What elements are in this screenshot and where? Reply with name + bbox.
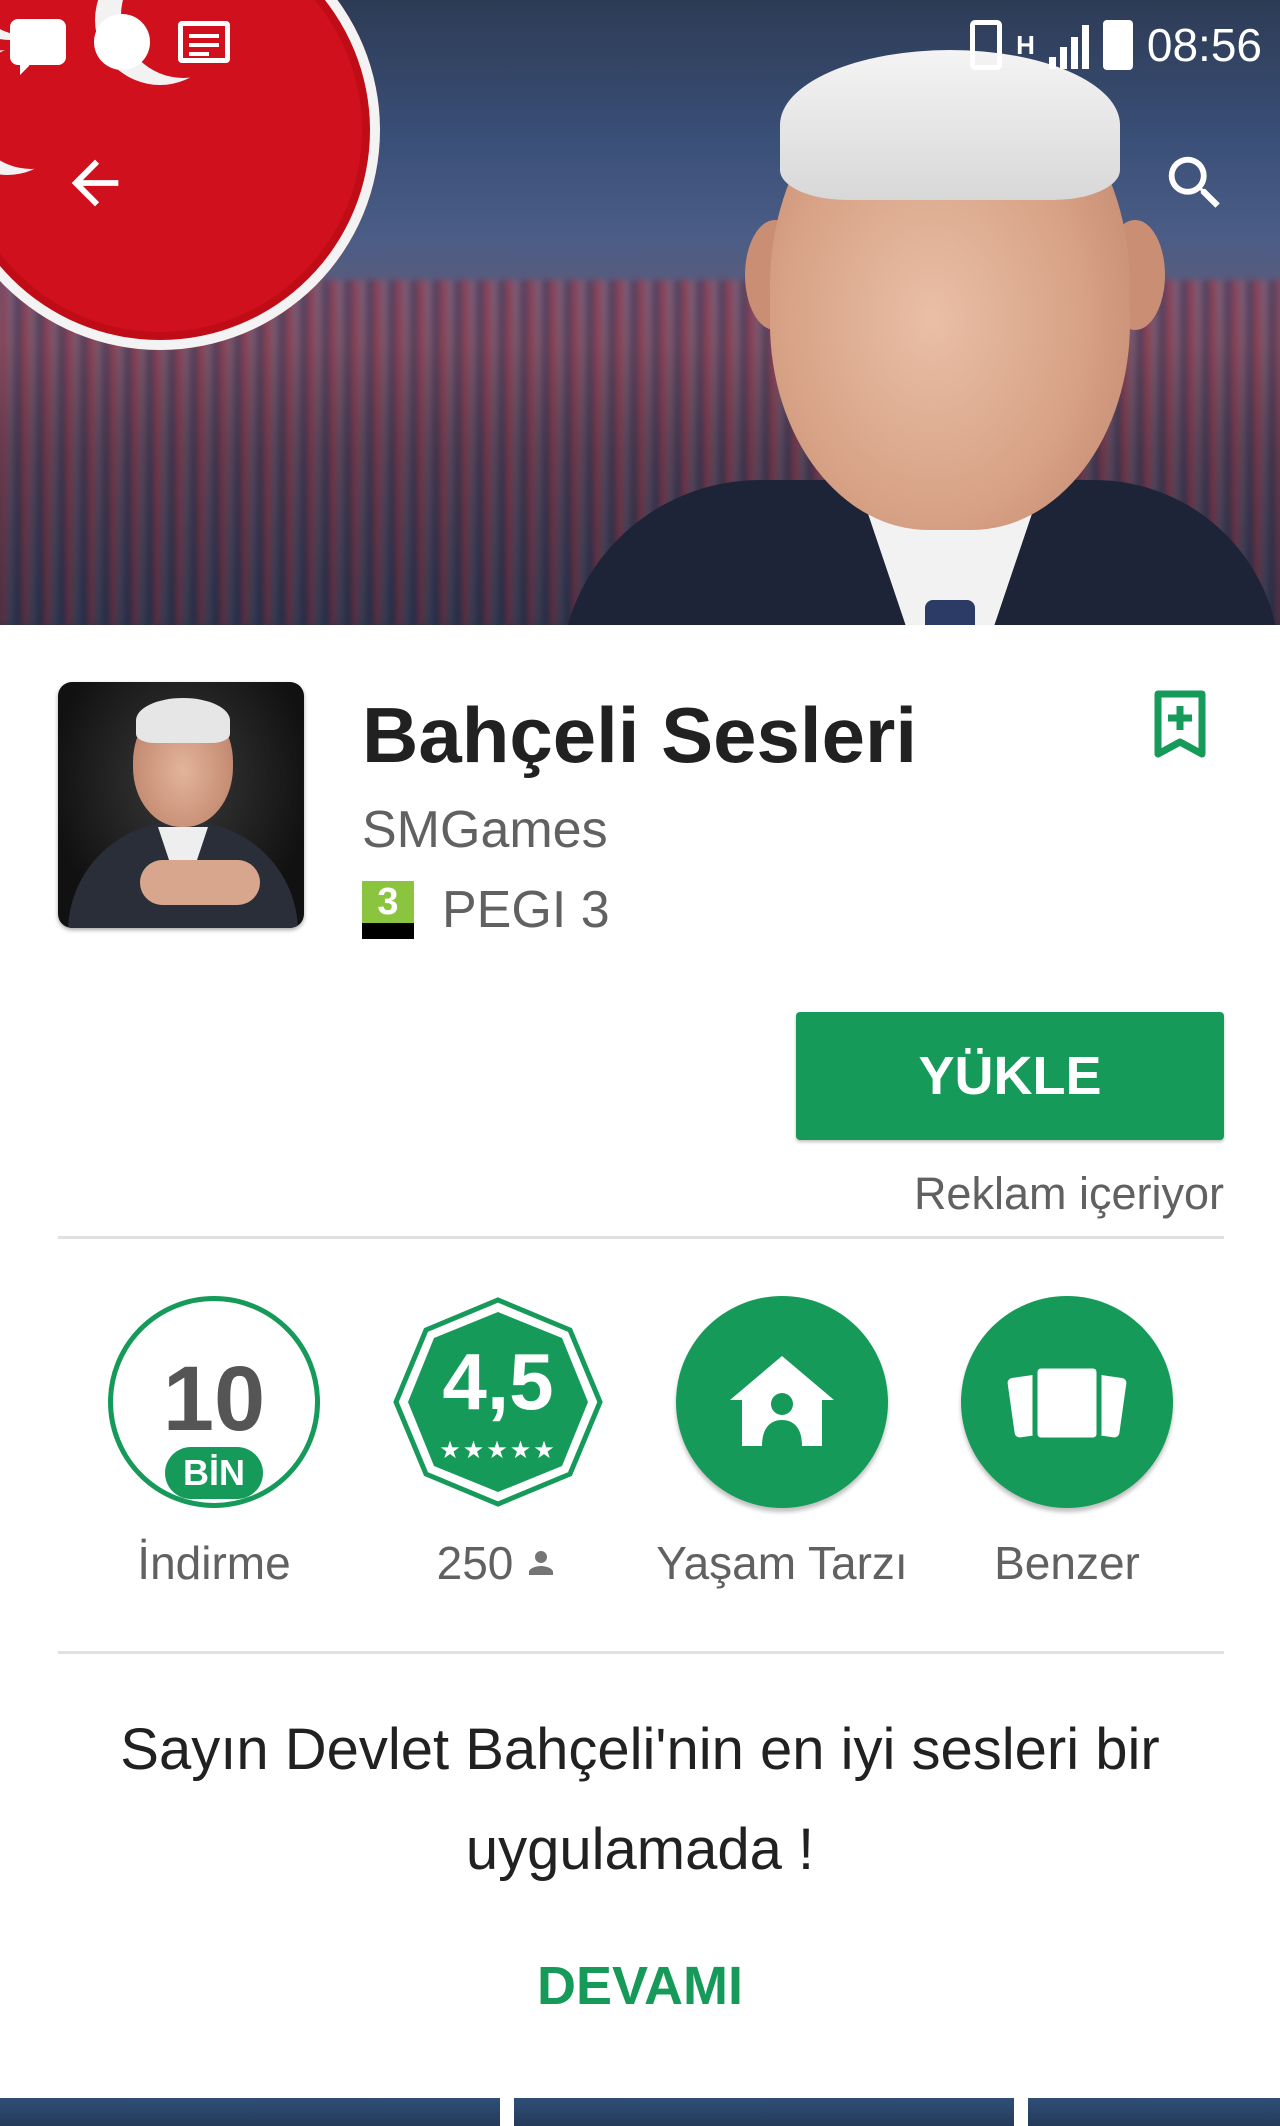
rating-value: 4,5 xyxy=(442,1337,554,1426)
rating-stars: ★★★★★ xyxy=(439,1437,557,1464)
screenshot-thumbnail[interactable] xyxy=(0,2098,500,2126)
app-icon xyxy=(58,682,304,928)
pegi-label: PEGI 3 xyxy=(442,881,610,939)
similar-button[interactable] xyxy=(961,1296,1173,1508)
downloads-unit: BİN xyxy=(165,1447,263,1499)
status-bar: H 08:56 xyxy=(0,0,1280,90)
read-more-button[interactable]: DEVAMI xyxy=(0,1955,1280,2017)
screenshot-thumbnail[interactable] xyxy=(514,2098,1014,2126)
signal-icon xyxy=(1048,21,1089,69)
ads-notice: Reklam içeriyor xyxy=(913,1168,1224,1219)
downloads-stat: 10 BİN İndirme xyxy=(84,1296,344,1596)
install-button[interactable]: YÜKLE xyxy=(796,1012,1224,1140)
app-title: Bahçeli Sesleri xyxy=(362,691,917,779)
cards-icon xyxy=(1007,1363,1127,1443)
house-icon xyxy=(730,1356,834,1446)
battery-icon xyxy=(1102,20,1133,70)
screenshot-thumbnail[interactable] xyxy=(1028,2098,1280,2126)
network-type-icon: H xyxy=(1016,29,1035,60)
arrow-back-icon xyxy=(71,159,119,207)
wishlist-button[interactable] xyxy=(1150,690,1210,760)
screenshot-strip[interactable] xyxy=(0,2098,1280,2126)
chat-notification-icon xyxy=(10,19,66,75)
back-button[interactable] xyxy=(60,148,130,218)
similar-label: Benzer xyxy=(994,1537,1140,1589)
downloads-label: İndirme xyxy=(137,1537,291,1589)
divider xyxy=(58,1236,1224,1239)
vibrate-icon xyxy=(970,20,1003,70)
downloads-badge: 10 BİN xyxy=(108,1296,320,1508)
bookmark-add-icon xyxy=(1154,690,1206,758)
notification-dot-icon xyxy=(94,14,150,70)
portrait-photo xyxy=(560,40,1280,625)
category-label: Yaşam Tarzı xyxy=(656,1537,908,1589)
search-icon xyxy=(1168,156,1220,208)
category-button[interactable] xyxy=(676,1296,888,1508)
message-notification-icon xyxy=(178,21,230,63)
person-icon xyxy=(529,1551,554,1575)
divider xyxy=(58,1651,1224,1654)
search-button[interactable] xyxy=(1160,148,1230,218)
rating-stat[interactable]: 4,5 ★★★★★ 250 xyxy=(368,1296,628,1596)
downloads-value: 10 xyxy=(162,1348,266,1450)
similar-stat[interactable]: Benzer xyxy=(937,1296,1197,1596)
category-stat[interactable]: Yaşam Tarzı xyxy=(652,1296,912,1596)
short-description: Sayın Devlet Bahçeli'nin en iyi sesleri … xyxy=(120,1717,1160,1882)
pegi-icon: 3 xyxy=(362,881,414,939)
content-rating[interactable]: 3 PEGI 3 xyxy=(362,880,610,940)
reviews-label: 250 xyxy=(368,1536,628,1590)
reviews-count: 250 xyxy=(436,1537,514,1589)
status-time: 08:56 xyxy=(1146,19,1262,71)
developer-link[interactable]: SMGames xyxy=(362,800,608,860)
feature-graphic xyxy=(0,0,1280,625)
